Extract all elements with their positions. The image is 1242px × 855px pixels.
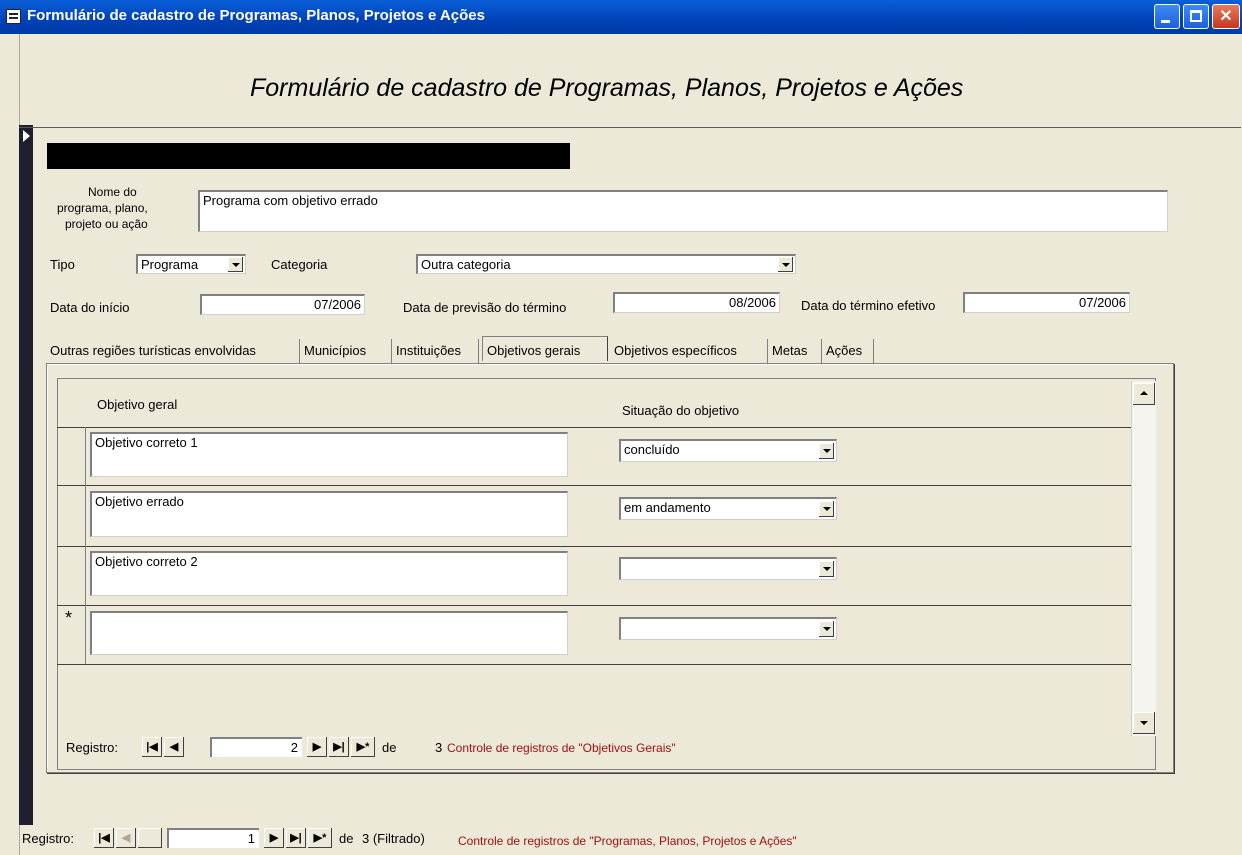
nome-label-line1: Nome do: [88, 185, 137, 199]
nome-field[interactable]: Programa com objetivo errado: [198, 190, 1168, 232]
objetivo-field[interactable]: [90, 611, 568, 655]
tipo-combo[interactable]: Programa: [136, 254, 246, 274]
categoria-combo[interactable]: Outra categoria: [416, 254, 796, 274]
situacao-dropdown-icon[interactable]: [818, 621, 834, 637]
main-of-text: de: [339, 831, 354, 846]
row-divider: [57, 427, 1131, 428]
situacao-value: concluído: [624, 442, 680, 457]
objetivo-field[interactable]: Objetivo errado: [90, 491, 568, 537]
situacao-combo[interactable]: [619, 617, 837, 640]
subform-total: 3: [435, 740, 443, 755]
situacao-combo[interactable]: concluído: [619, 439, 837, 462]
situacao-combo[interactable]: [619, 557, 837, 580]
redacted-bar: [47, 143, 570, 169]
maximize-button[interactable]: [1183, 4, 1209, 29]
situacao-dropdown-icon[interactable]: [818, 501, 834, 517]
objetivo-field[interactable]: Objetivo correto 1: [90, 432, 568, 477]
prev-record-icon[interactable]: ◀: [164, 737, 184, 757]
data-inicio-field[interactable]: 07/2006: [200, 294, 365, 315]
tab-municipios[interactable]: Municípios: [300, 339, 392, 363]
main-nav-label: Registro:: [22, 831, 75, 846]
title-bar[interactable]: Formulário de cadastro de Programas, Pla…: [0, 0, 1242, 34]
new-record-selector[interactable]: *: [58, 606, 85, 664]
row-divider: [57, 546, 1131, 547]
situacao-dropdown-icon[interactable]: [818, 561, 834, 577]
form-heading: Formulário de cadastro de Programas, Pla…: [250, 74, 964, 102]
subform-scrollbar[interactable]: [1131, 381, 1156, 736]
data-termino-label: Data do término efetivo: [801, 298, 936, 313]
main-new-record-icon[interactable]: ▶*: [308, 828, 332, 848]
minimize-icon: [1155, 5, 1179, 28]
new-record-nav-icon[interactable]: ▶*: [351, 737, 375, 757]
main-spacer-icon: [138, 828, 162, 848]
header-divider: [19, 127, 1241, 128]
main-status-text: Controle de registros de "Programas, Pla…: [458, 834, 797, 848]
tab-objetivos-gerais[interactable]: Objetivos gerais: [482, 336, 608, 361]
current-record-arrow-icon: [23, 130, 30, 142]
col-situacao-header: Situação do objetivo: [622, 403, 740, 418]
subform-status-text: Controle de registros de "Objetivos Gera…: [447, 741, 676, 755]
tipo-dropdown-icon[interactable]: [227, 257, 243, 272]
col-objetivo-header: Objetivo geral: [97, 397, 178, 412]
objetivo-field[interactable]: Objetivo correto 2: [90, 551, 568, 596]
next-record-icon[interactable]: ▶: [307, 737, 327, 757]
data-previsao-label: Data de previsão do término: [403, 300, 567, 315]
tipo-value: Programa: [141, 257, 199, 272]
tab-objetivos-especificos[interactable]: Objetivos específicos: [610, 339, 768, 363]
main-last-record-icon[interactable]: ▶|: [286, 828, 306, 848]
window-left-border: [0, 34, 20, 855]
close-button[interactable]: ✕: [1212, 4, 1240, 29]
first-record-icon[interactable]: |◀: [142, 737, 162, 757]
nome-label-line3: projeto ou ação: [65, 217, 148, 231]
minimize-button[interactable]: [1154, 4, 1180, 29]
row-selector-divider: [85, 427, 86, 664]
subform-nav-label: Registro:: [66, 740, 119, 755]
scroll-down-icon[interactable]: [1133, 712, 1155, 734]
last-record-icon[interactable]: ▶|: [329, 737, 349, 757]
data-termino-field[interactable]: 07/2006: [963, 292, 1130, 313]
main-prev-record-icon[interactable]: ◀: [116, 828, 136, 848]
tab-acoes[interactable]: Ações: [822, 339, 874, 363]
row-selector[interactable]: [58, 547, 85, 605]
tab-metas[interactable]: Metas: [768, 339, 822, 363]
scroll-up-icon[interactable]: [1133, 383, 1155, 405]
row-selector[interactable]: [58, 428, 85, 485]
row-divider: [57, 664, 1131, 665]
form-icon[interactable]: [6, 9, 21, 24]
main-next-record-icon[interactable]: ▶: [264, 828, 284, 848]
close-icon: ✕: [1219, 8, 1233, 25]
main-first-record-icon[interactable]: |◀: [94, 828, 114, 848]
main-total: 3 (Filtrado): [362, 831, 425, 846]
data-inicio-label: Data do início: [50, 300, 130, 315]
situacao-combo[interactable]: em andamento: [619, 497, 837, 520]
categoria-dropdown-icon[interactable]: [777, 257, 793, 272]
situacao-value: em andamento: [624, 500, 711, 515]
categoria-value: Outra categoria: [421, 257, 511, 272]
tab-instituicoes[interactable]: Instituições: [392, 339, 479, 363]
categoria-label: Categoria: [271, 257, 328, 272]
row-divider: [57, 605, 1131, 606]
subform-of-text: de: [382, 740, 397, 755]
tipo-label: Tipo: [50, 257, 75, 272]
data-previsao-field[interactable]: 08/2006: [613, 292, 780, 313]
row-selector[interactable]: [58, 486, 85, 546]
situacao-dropdown-icon[interactable]: [818, 443, 834, 459]
window-title: Formulário de cadastro de Programas, Pla…: [27, 7, 485, 24]
new-record-icon: *: [65, 608, 73, 628]
main-record-number[interactable]: 1: [167, 828, 259, 848]
tab-outras-regioes[interactable]: Outras regiões turísticas envolvidas: [46, 339, 300, 363]
subform-record-number[interactable]: 2: [210, 737, 302, 757]
maximize-icon: [1184, 5, 1208, 28]
row-divider: [57, 485, 1131, 486]
nome-label-line2: programa, plano,: [57, 201, 148, 215]
record-selector[interactable]: [19, 125, 33, 825]
